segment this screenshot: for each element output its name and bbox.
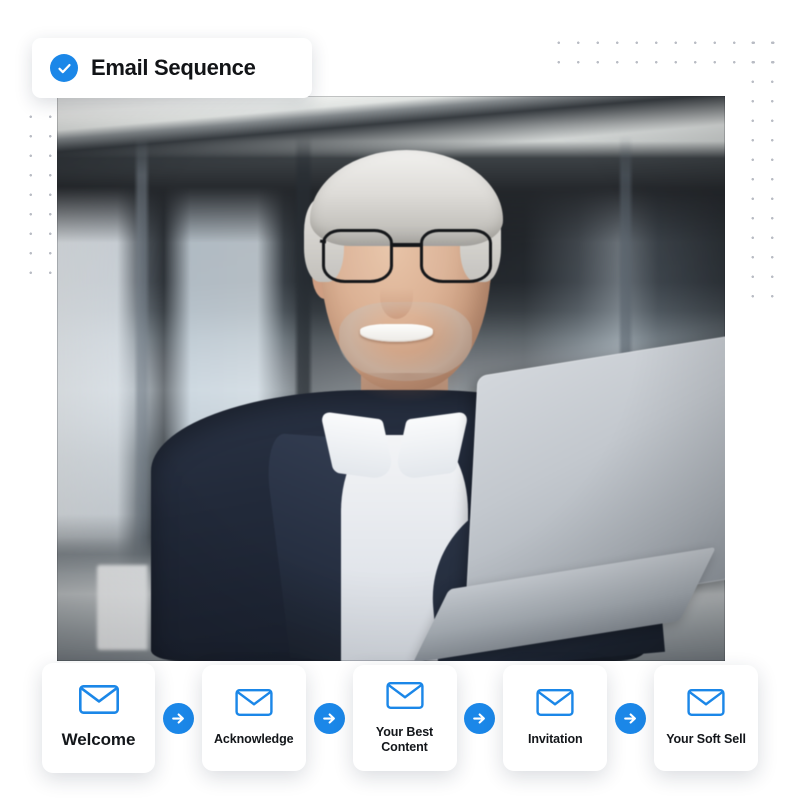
- envelope-icon: [235, 689, 273, 721]
- envelope-icon: [687, 689, 725, 721]
- step-label: Your Best Content: [375, 724, 434, 754]
- dot-grid-left: [18, 104, 60, 282]
- email-sequence-badge: Email Sequence: [32, 38, 312, 98]
- email-sequence-steps: Welcome Acknowledge Your Best Content In…: [42, 663, 758, 773]
- connector-slot: [607, 702, 654, 734]
- connector-slot: [155, 702, 202, 734]
- step-label: Your Soft Sell: [666, 732, 746, 747]
- arrow-right-icon: [313, 702, 345, 734]
- step-card-your-best-content[interactable]: Your Best Content: [352, 665, 457, 771]
- step-card-welcome[interactable]: Welcome: [42, 663, 155, 773]
- connector-slot: [306, 702, 353, 734]
- step-card-invitation[interactable]: Invitation: [503, 665, 608, 771]
- step-label: Acknowledge: [214, 732, 294, 747]
- envelope-icon: [536, 689, 574, 721]
- envelope-icon: [78, 685, 119, 719]
- dot-grid-top-right: [546, 30, 782, 72]
- arrow-right-icon: [464, 702, 496, 734]
- step-label: Invitation: [527, 732, 583, 747]
- arrow-right-icon: [162, 702, 194, 734]
- hero-photo: [57, 96, 725, 661]
- step-card-acknowledge[interactable]: Acknowledge: [201, 665, 306, 771]
- page-title: Email Sequence: [91, 55, 256, 80]
- infographic-canvas: Email Sequence Welcome Acknowledge Your …: [0, 0, 800, 800]
- arrow-right-icon: [615, 702, 647, 734]
- connector-slot: [457, 702, 504, 734]
- check-circle-icon: [50, 54, 78, 82]
- step-card-your-soft-sell[interactable]: Your Soft Sell: [654, 665, 758, 771]
- step-label: Welcome: [61, 730, 136, 750]
- dot-grid-right: [740, 30, 782, 298]
- envelope-icon: [385, 681, 424, 714]
